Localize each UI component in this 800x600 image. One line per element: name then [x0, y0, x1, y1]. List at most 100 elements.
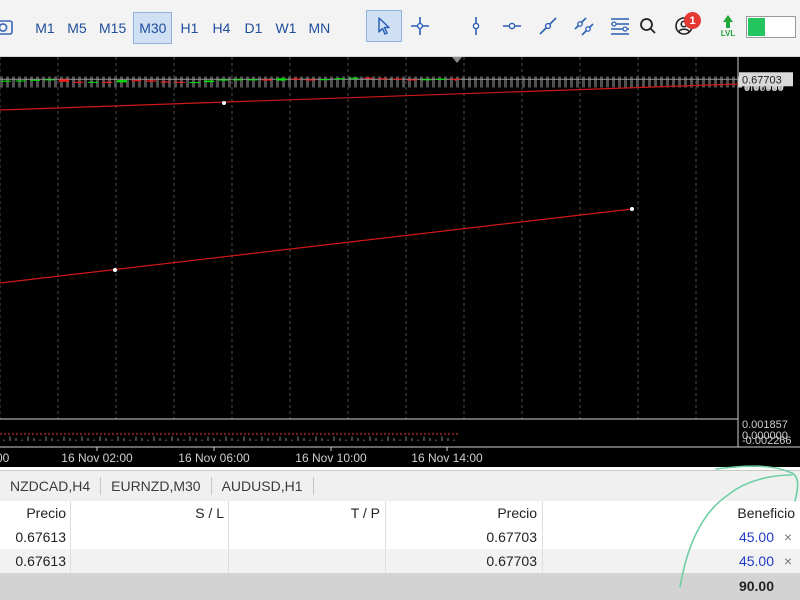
signal-strength-fill: [748, 18, 765, 36]
total-profit: 90.00: [738, 578, 774, 594]
timeframe-mn[interactable]: MN: [303, 12, 335, 44]
level-indicator[interactable]: LVL: [714, 14, 742, 40]
candle-body[interactable]: [305, 79, 316, 81]
timeframe-m1[interactable]: M1: [30, 12, 60, 44]
horizontal-line-tool[interactable]: [494, 10, 530, 42]
timeframe-m5[interactable]: M5: [62, 12, 92, 44]
timeframe-w1[interactable]: W1: [270, 12, 301, 44]
timeframe-d1[interactable]: D1: [238, 12, 268, 44]
candle-body[interactable]: [363, 77, 374, 79]
close-position-button[interactable]: ×: [780, 549, 796, 573]
candle-body[interactable]: [15, 80, 26, 82]
timeframe-h4[interactable]: H4: [206, 12, 236, 44]
header-profit[interactable]: Beneficio: [700, 501, 795, 525]
chart-toolbar: M1 M5 M15 M30 H1 H4 D1 W1 MN 1 LVL: [0, 0, 800, 57]
chart-canvas[interactable]: 0.679300.678300.677300.676300.675300.674…: [0, 57, 800, 467]
trendline-anchor-point[interactable]: [222, 101, 226, 105]
candle-body[interactable]: [276, 78, 287, 81]
trendline-tool[interactable]: [530, 10, 566, 42]
header-open-price[interactable]: Precio: [0, 501, 66, 525]
trendline-anchor-point[interactable]: [113, 268, 117, 272]
candle-body[interactable]: [73, 81, 84, 83]
candle-body[interactable]: [421, 79, 432, 81]
channel-tool[interactable]: [566, 10, 602, 42]
cursor-icon: [378, 17, 390, 35]
candle-body[interactable]: [450, 78, 461, 80]
candle-body[interactable]: [160, 81, 171, 83]
signal-strength-bar: [746, 16, 796, 38]
candle-body[interactable]: [1, 80, 11, 82]
notification-badge: 1: [684, 12, 701, 29]
crosshair-tool[interactable]: [402, 10, 438, 42]
candle-body[interactable]: [30, 79, 40, 81]
take-profit-cell: [330, 525, 380, 549]
candle-body[interactable]: [407, 79, 417, 81]
table-row[interactable]: 0.67613 0.67703 45.00 ×: [0, 525, 800, 549]
candle-body[interactable]: [320, 79, 330, 81]
candle-body[interactable]: [218, 79, 229, 81]
column-divider: [385, 501, 386, 573]
candle-body[interactable]: [436, 78, 446, 80]
timeframe-m15[interactable]: M15: [94, 12, 131, 44]
search-icon: [640, 18, 656, 34]
horizontal-line-icon: [503, 22, 521, 30]
column-divider: [228, 501, 229, 573]
candle-body[interactable]: [349, 77, 359, 79]
close-position-button[interactable]: ×: [780, 525, 796, 549]
candle-body[interactable]: [189, 82, 200, 84]
chart-tab[interactable]: AUDUSD,H1: [212, 477, 314, 495]
candle-body[interactable]: [334, 78, 345, 80]
trendline-anchor-point[interactable]: [630, 207, 634, 211]
level-label: LVL: [720, 29, 736, 38]
candle-body[interactable]: [88, 81, 98, 83]
price-chart[interactable]: 0.679300.678300.677300.676300.675300.674…: [0, 57, 800, 467]
candle-body[interactable]: [392, 78, 403, 80]
candle-body[interactable]: [117, 80, 127, 83]
channel-icon: [574, 17, 594, 36]
profit-cell: 45.00: [738, 529, 774, 545]
open-price-cell: 0.67613: [15, 553, 66, 569]
chart-tab[interactable]: EURNZD,M30: [101, 477, 212, 495]
candle-body[interactable]: [262, 79, 272, 81]
trendline-icon: [539, 17, 557, 35]
candle-body[interactable]: [146, 80, 156, 82]
header-take-profit[interactable]: T / P: [330, 501, 380, 525]
candle-body[interactable]: [175, 81, 185, 83]
time-axis-label: 16 Nov 06:00: [178, 451, 250, 465]
total-row: 90.00: [0, 573, 800, 600]
stop-loss-cell: [180, 525, 224, 549]
candle-body[interactable]: [102, 81, 113, 83]
timeframe-m30[interactable]: M30: [133, 12, 173, 44]
candle-body[interactable]: [378, 78, 388, 80]
trendline-lower[interactable]: [0, 208, 633, 284]
candle-body[interactable]: [204, 80, 214, 83]
candle-body[interactable]: [247, 79, 258, 81]
table-header: Precio S / L T / P Precio Beneficio: [0, 501, 800, 526]
candle-body[interactable]: [44, 79, 55, 81]
vertical-line-icon: [472, 17, 480, 35]
header-current-price[interactable]: Precio: [470, 501, 537, 525]
time-axis-label: 16 Nov 02:00: [61, 451, 133, 465]
indicator-axis-label: -0.002266: [742, 435, 792, 447]
chart-tab[interactable]: NZDCAD,H4: [0, 477, 102, 495]
candle-body[interactable]: [59, 79, 69, 82]
candle-body[interactable]: [131, 80, 142, 82]
current-price-cell: 0.67703: [486, 553, 537, 569]
candle-body[interactable]: [233, 79, 243, 81]
timeframe-h1[interactable]: H1: [174, 12, 204, 44]
candle-body[interactable]: [291, 78, 301, 80]
timeframe-selector: M1 M5 M15 M30 H1 H4 D1 W1 MN: [30, 10, 337, 46]
search-button[interactable]: [630, 10, 666, 42]
chart-shift-marker[interactable]: [452, 57, 462, 63]
current-price-label: 0.67703: [742, 74, 782, 86]
vertical-line-tool[interactable]: [458, 10, 494, 42]
screenshot-camera-icon[interactable]: [0, 16, 14, 38]
column-divider: [70, 501, 71, 573]
time-axis-label: 00: [0, 451, 10, 465]
trendline-upper[interactable]: [0, 83, 739, 111]
table-row[interactable]: 0.67613 0.67703 45.00 ×: [0, 549, 800, 573]
header-stop-loss[interactable]: S / L: [180, 501, 224, 525]
cursor-tool[interactable]: [366, 10, 402, 42]
open-price-cell: 0.67613: [15, 529, 66, 545]
profit-cell: 45.00: [738, 553, 774, 569]
